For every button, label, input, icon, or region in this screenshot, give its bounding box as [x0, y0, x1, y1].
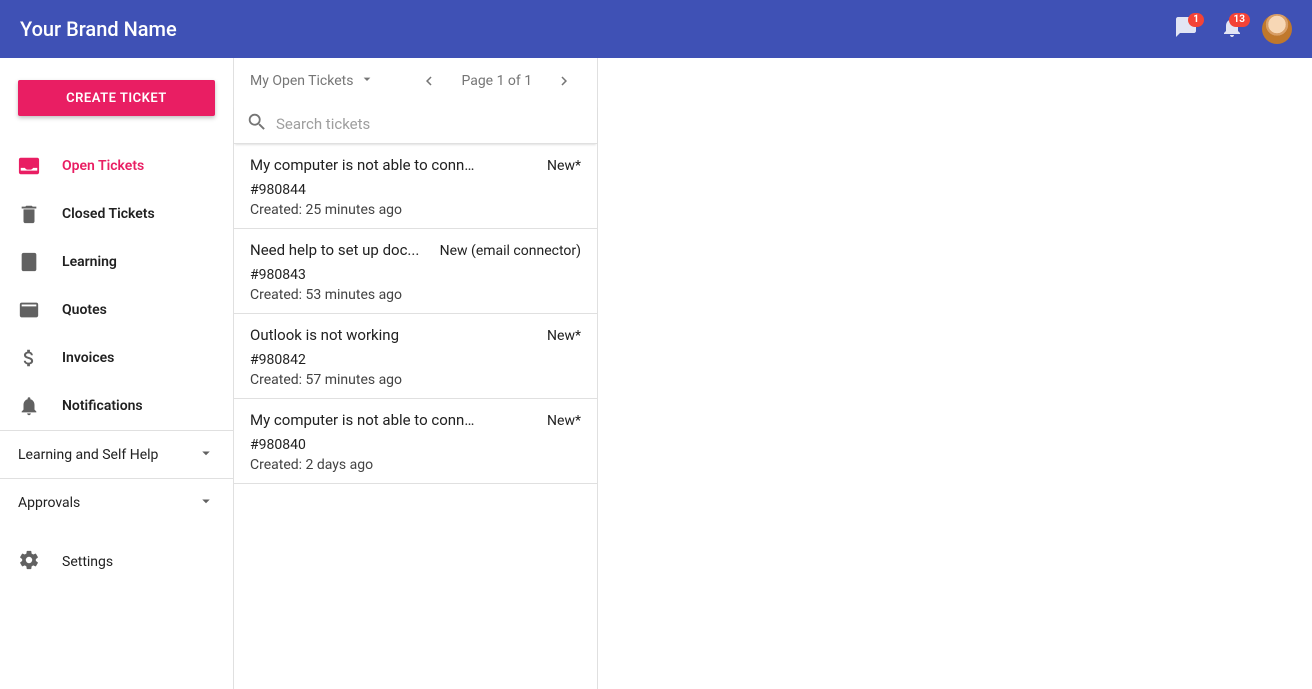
ticket-status: New*	[547, 158, 581, 174]
ticket-status: New*	[547, 328, 581, 344]
gear-icon	[18, 549, 40, 575]
expander-learning-self-help[interactable]: Learning and Self Help	[0, 430, 233, 478]
brand-name: Your Brand Name	[20, 17, 177, 41]
book-icon	[18, 251, 40, 273]
ticket-created: Created: 53 minutes ago	[250, 287, 581, 303]
ticket-created: Created: 2 days ago	[250, 457, 581, 473]
ticket-title: My computer is not able to connect to t.…	[250, 411, 480, 429]
avatar[interactable]	[1262, 14, 1292, 44]
ticket-status: New*	[547, 413, 581, 429]
chat-button[interactable]: 1	[1166, 9, 1206, 49]
sidebar-item-label: Notifications	[62, 398, 143, 414]
ticket-created: Created: 25 minutes ago	[250, 202, 581, 218]
filter-label: My Open Tickets	[250, 73, 353, 89]
create-ticket-button[interactable]: CREATE TICKET	[18, 80, 215, 116]
sidebar-item-learning[interactable]: Learning	[0, 238, 233, 286]
chat-badge: 1	[1188, 13, 1204, 27]
ticket-number: #980840	[250, 437, 581, 453]
prev-page-button[interactable]	[417, 69, 441, 93]
content-area	[598, 58, 1312, 689]
ticket-created: Created: 57 minutes ago	[250, 372, 581, 388]
sidebar-item-settings[interactable]: Settings	[0, 538, 233, 586]
expander-label: Approvals	[18, 495, 80, 511]
sidebar: CREATE TICKET Open Tickets Closed Ticket…	[0, 58, 234, 689]
ticket-toolbar: My Open Tickets Page 1 of 1	[234, 58, 597, 104]
ticket-number: #980843	[250, 267, 581, 283]
trash-icon	[18, 203, 40, 225]
sidebar-item-label: Quotes	[62, 302, 107, 318]
sidebar-item-label: Settings	[62, 554, 113, 570]
search-input[interactable]	[276, 115, 585, 133]
notifications-badge: 13	[1229, 13, 1250, 27]
filter-select[interactable]: My Open Tickets	[250, 71, 375, 91]
sidebar-item-invoices[interactable]: Invoices	[0, 334, 233, 382]
sidebar-item-label: Invoices	[62, 350, 114, 366]
pager: Page 1 of 1	[417, 69, 576, 93]
sidebar-item-label: Learning	[62, 254, 117, 270]
sidebar-item-open-tickets[interactable]: Open Tickets	[0, 142, 233, 190]
main: CREATE TICKET Open Tickets Closed Ticket…	[0, 58, 1312, 689]
chevron-down-icon	[197, 444, 215, 466]
ticket-item[interactable]: My computer is not able to connect to t.…	[234, 399, 597, 484]
sidebar-item-notifications[interactable]: Notifications	[0, 382, 233, 430]
ticket-status: New (email connector)	[440, 243, 581, 259]
ticket-item[interactable]: My computer is not able to connect to t.…	[234, 144, 597, 229]
sidebar-item-label: Closed Tickets	[62, 206, 155, 222]
page-label: Page 1 of 1	[461, 73, 532, 89]
ticket-title: Outlook is not working	[250, 326, 399, 344]
next-page-button[interactable]	[552, 69, 576, 93]
bell-icon	[18, 395, 40, 417]
chevron-left-icon	[420, 72, 438, 90]
sidebar-item-closed-tickets[interactable]: Closed Tickets	[0, 190, 233, 238]
chevron-right-icon	[555, 72, 573, 90]
ticket-column: My Open Tickets Page 1 of 1 My comput	[234, 58, 598, 689]
ticket-title: Need help to set up doc...	[250, 241, 419, 259]
ticket-item[interactable]: Outlook is not working New* #980842 Crea…	[234, 314, 597, 399]
notifications-button[interactable]: 13	[1212, 9, 1252, 49]
expander-label: Learning and Self Help	[18, 447, 158, 463]
credit-card-icon	[18, 299, 40, 321]
sidebar-item-label: Open Tickets	[62, 158, 144, 174]
ticket-title: My computer is not able to connect to t.…	[250, 156, 480, 174]
search-row	[234, 104, 597, 144]
expander-approvals[interactable]: Approvals	[0, 478, 233, 526]
chevron-down-icon	[359, 71, 375, 91]
ticket-number: #980842	[250, 352, 581, 368]
search-icon	[246, 111, 276, 137]
chevron-down-icon	[197, 492, 215, 514]
ticket-item[interactable]: Need help to set up doc... New (email co…	[234, 229, 597, 314]
topbar: Your Brand Name 1 13	[0, 0, 1312, 58]
sidebar-item-quotes[interactable]: Quotes	[0, 286, 233, 334]
ticket-number: #980844	[250, 182, 581, 198]
inbox-icon	[18, 155, 40, 177]
dollar-icon	[18, 347, 40, 369]
